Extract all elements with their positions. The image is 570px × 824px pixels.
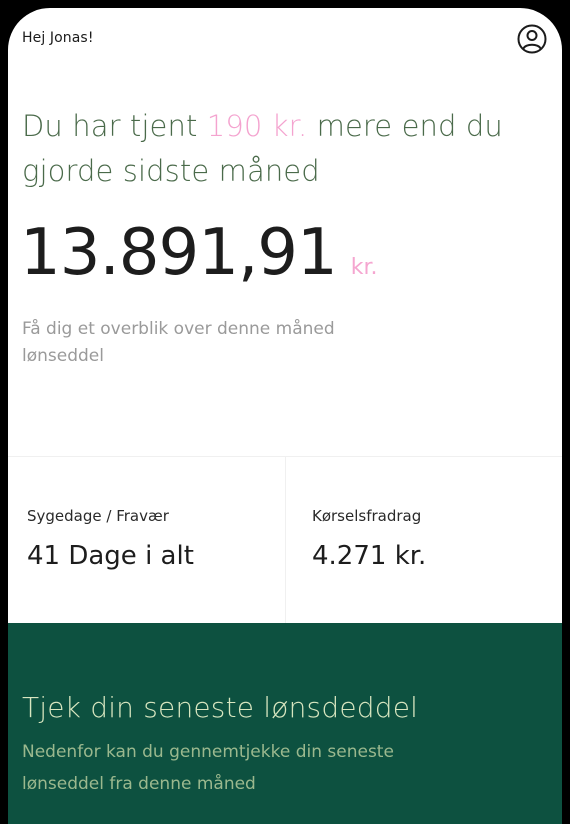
app-screen: Hej Jonas! Du har tjent 190 kr. mere end… [8, 8, 562, 824]
stats-section: Sygedage / Fravær 41 Dage i alt Kørselsf… [8, 456, 562, 624]
currency-label: kr. [350, 255, 378, 280]
headline-prefix: Du har tjent [22, 109, 207, 143]
total-amount-row: 13.891,91 kr. [20, 216, 377, 296]
stat-value: 41 Dage i alt [27, 541, 194, 571]
stat-label: Sygedage / Fravær [27, 507, 169, 525]
payslip-promo-card[interactable]: Tjek din seneste lønsdeddel Nedenfor kan… [8, 623, 562, 824]
stat-card-mileage[interactable]: Kørselsfradrag 4.271 kr. [285, 457, 562, 624]
stat-card-absence[interactable]: Sygedage / Fravær 41 Dage i alt [8, 457, 285, 624]
promo-title: Tjek din seneste lønsdeddel [22, 691, 419, 724]
overview-description: Få dig et overblik over denne måned løns… [22, 319, 335, 366]
total-amount: 13.891,91 [20, 216, 338, 290]
stat-label: Kørselsfradrag [312, 507, 422, 525]
stat-value: 4.271 kr. [312, 541, 427, 571]
user-circle-icon [517, 24, 547, 54]
earnings-headline: Du har tjent 190 kr. mere end du gjorde … [22, 104, 522, 194]
top-bar: Hej Jonas! [8, 8, 562, 72]
headline-amount: 190 kr. [206, 109, 308, 143]
profile-button[interactable] [516, 23, 548, 55]
greeting: Hej Jonas! [22, 30, 94, 46]
promo-text: Nedenfor kan du gennemtjekke din seneste… [22, 742, 394, 794]
